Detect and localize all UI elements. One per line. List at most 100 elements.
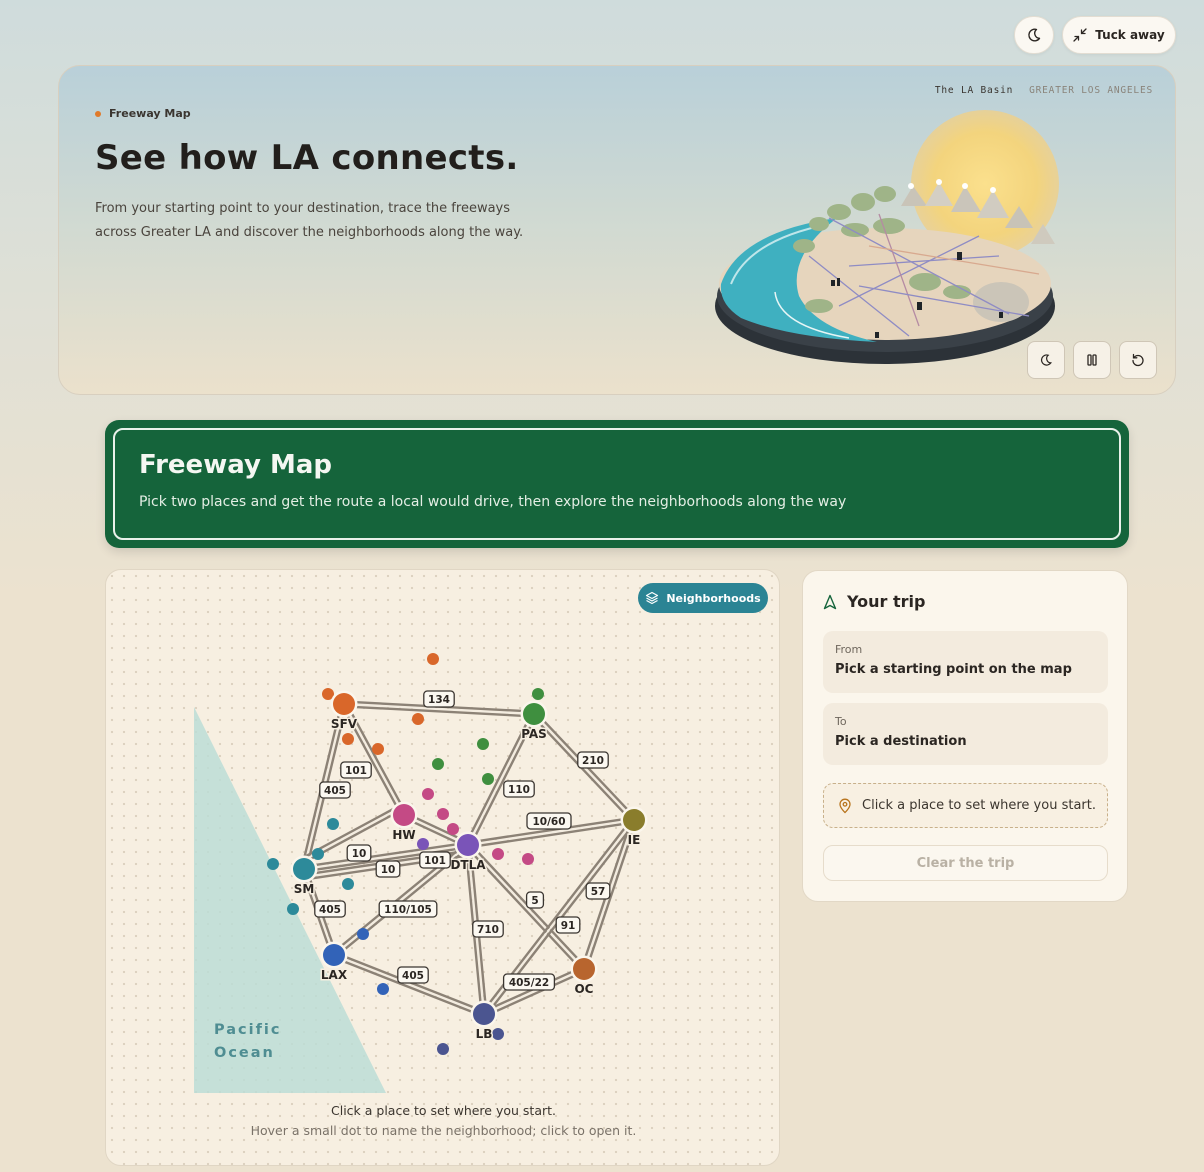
from-label: From	[835, 643, 863, 656]
neighborhood-dot[interactable]	[422, 788, 434, 800]
to-value: Pick a destination	[835, 734, 967, 749]
scene-reset-button[interactable]	[1119, 341, 1157, 379]
route-shield: 101	[340, 761, 372, 779]
hub-sm[interactable]: SM	[290, 855, 318, 898]
route-shield: 110	[503, 780, 535, 798]
ocean-label-line1: Pacific	[214, 1022, 281, 1038]
map-hint-primary: Click a place to set where you start.	[331, 1103, 556, 1118]
neighborhood-dot[interactable]	[532, 688, 544, 700]
route-shield: 710	[472, 920, 504, 938]
neighborhood-dot[interactable]	[437, 808, 449, 820]
neighborhood-dot[interactable]	[312, 848, 324, 860]
neighborhood-dot[interactable]	[267, 858, 279, 870]
svg-text:134: 134	[428, 694, 450, 706]
banner-title: Freeway Map	[139, 450, 332, 480]
svg-text:LB: LB	[476, 1027, 493, 1041]
hub-hw[interactable]: HW	[390, 801, 418, 844]
neighborhood-dot[interactable]	[522, 853, 534, 865]
ocean-label-line2: Ocean	[214, 1045, 275, 1061]
svg-text:91: 91	[561, 920, 576, 932]
trip-title: Your trip	[847, 592, 926, 611]
scene-pause-button[interactable]	[1073, 341, 1111, 379]
svg-text:57: 57	[591, 886, 606, 898]
svg-text:405/22: 405/22	[509, 977, 549, 989]
neighborhoods-label: Neighborhoods	[666, 591, 761, 605]
svg-text:IE: IE	[628, 833, 641, 847]
from-field[interactable]: From Pick a starting point on the map	[823, 631, 1108, 693]
freeway-map[interactable]: Pacific Ocean SFV PAS HW DTLA IE SM LAX LB OC 13…	[106, 570, 780, 1166]
svg-text:HW: HW	[392, 828, 415, 842]
to-label: To	[835, 715, 847, 728]
location-secondary: GREATER LOS ANGELES	[1029, 85, 1153, 96]
trip-hint: Click a place to set where you start.	[823, 783, 1108, 828]
hub-pas[interactable]: PAS	[520, 700, 548, 743]
to-field[interactable]: To Pick a destination	[823, 703, 1108, 765]
svg-text:110/105: 110/105	[384, 904, 432, 916]
neighborhood-dot[interactable]	[357, 928, 369, 940]
neighborhood-dot[interactable]	[427, 653, 439, 665]
svg-text:OC: OC	[574, 982, 593, 996]
neighborhood-dot[interactable]	[447, 823, 459, 835]
neighborhoods-toggle-button[interactable]: Neighborhoods	[638, 583, 768, 613]
neighborhood-dot[interactable]	[342, 878, 354, 890]
svg-text:10/60: 10/60	[532, 816, 565, 828]
neighborhood-dot[interactable]	[432, 758, 444, 770]
trip-hint-text: Click a place to set where you start.	[862, 798, 1096, 813]
route-shield: 405	[319, 781, 351, 799]
neighborhood-dot[interactable]	[477, 738, 489, 750]
svg-text:5: 5	[531, 895, 538, 907]
hero-title: See how LA connects.	[95, 138, 519, 178]
neighborhood-dot[interactable]	[327, 818, 339, 830]
neighborhood-dot[interactable]	[372, 743, 384, 755]
svg-text:210: 210	[582, 755, 604, 767]
freeway-route-lax-lb[interactable]	[331, 951, 487, 1018]
svg-text:110: 110	[508, 784, 530, 796]
reset-icon	[1132, 353, 1144, 367]
freeway-map-card: Pacific Ocean SFV PAS HW DTLA IE SM LAX LB OC 13…	[105, 569, 780, 1166]
neighborhood-dot[interactable]	[287, 903, 299, 915]
neighborhood-dot[interactable]	[492, 848, 504, 860]
collapse-icon	[1073, 28, 1087, 42]
route-shield: 210	[577, 751, 609, 769]
tuck-away-button[interactable]: Tuck away	[1062, 16, 1176, 54]
hub-sfv[interactable]: SFV	[329, 690, 359, 733]
hero-panel: Freeway Map See how LA connects. From yo…	[58, 65, 1176, 395]
svg-text:PAS: PAS	[521, 727, 547, 741]
location-primary: The LA Basin	[934, 85, 1014, 96]
navigation-arrow-icon	[823, 594, 837, 609]
svg-text:405: 405	[402, 970, 424, 982]
theme-toggle-button[interactable]	[1014, 16, 1054, 54]
neighborhood-dot[interactable]	[437, 1043, 449, 1055]
svg-text:101: 101	[345, 765, 367, 777]
neighborhood-dot[interactable]	[482, 773, 494, 785]
neighborhood-dot[interactable]	[342, 733, 354, 745]
neighborhood-dot[interactable]	[417, 838, 429, 850]
svg-text:LAX: LAX	[321, 968, 348, 982]
tuck-away-label: Tuck away	[1095, 28, 1165, 42]
svg-text:SFV: SFV	[331, 717, 358, 731]
svg-text:SM: SM	[294, 882, 315, 896]
hub-oc[interactable]: OC	[570, 955, 598, 998]
svg-text:405: 405	[319, 904, 341, 916]
svg-text:DTLA: DTLA	[450, 858, 486, 872]
hub-lax[interactable]: LAX	[319, 941, 349, 984]
from-value: Pick a starting point on the map	[835, 662, 1072, 677]
hero-location: The LA Basin GREATER LOS ANGELES	[935, 85, 1153, 96]
route-shield: 10	[375, 860, 401, 878]
route-shield: 405/22	[502, 973, 556, 991]
hero-tag-label: Freeway Map	[109, 107, 191, 120]
clear-trip-button[interactable]: Clear the trip	[823, 845, 1108, 881]
moon-icon	[1028, 28, 1041, 42]
feature-banner: Freeway Map Pick two places and get the …	[105, 420, 1129, 548]
svg-text:101: 101	[424, 855, 446, 867]
layers-icon	[646, 591, 659, 605]
route-shield: 101	[419, 851, 451, 869]
neighborhood-dot[interactable]	[377, 983, 389, 995]
neighborhood-dot[interactable]	[412, 713, 424, 725]
trip-panel: Your trip From Pick a starting point on …	[802, 570, 1128, 902]
pause-icon	[1087, 354, 1097, 366]
route-shield: 405	[314, 900, 346, 918]
neighborhood-dot[interactable]	[492, 1028, 504, 1040]
scene-night-button[interactable]	[1027, 341, 1065, 379]
route-shield: 134	[423, 690, 455, 708]
